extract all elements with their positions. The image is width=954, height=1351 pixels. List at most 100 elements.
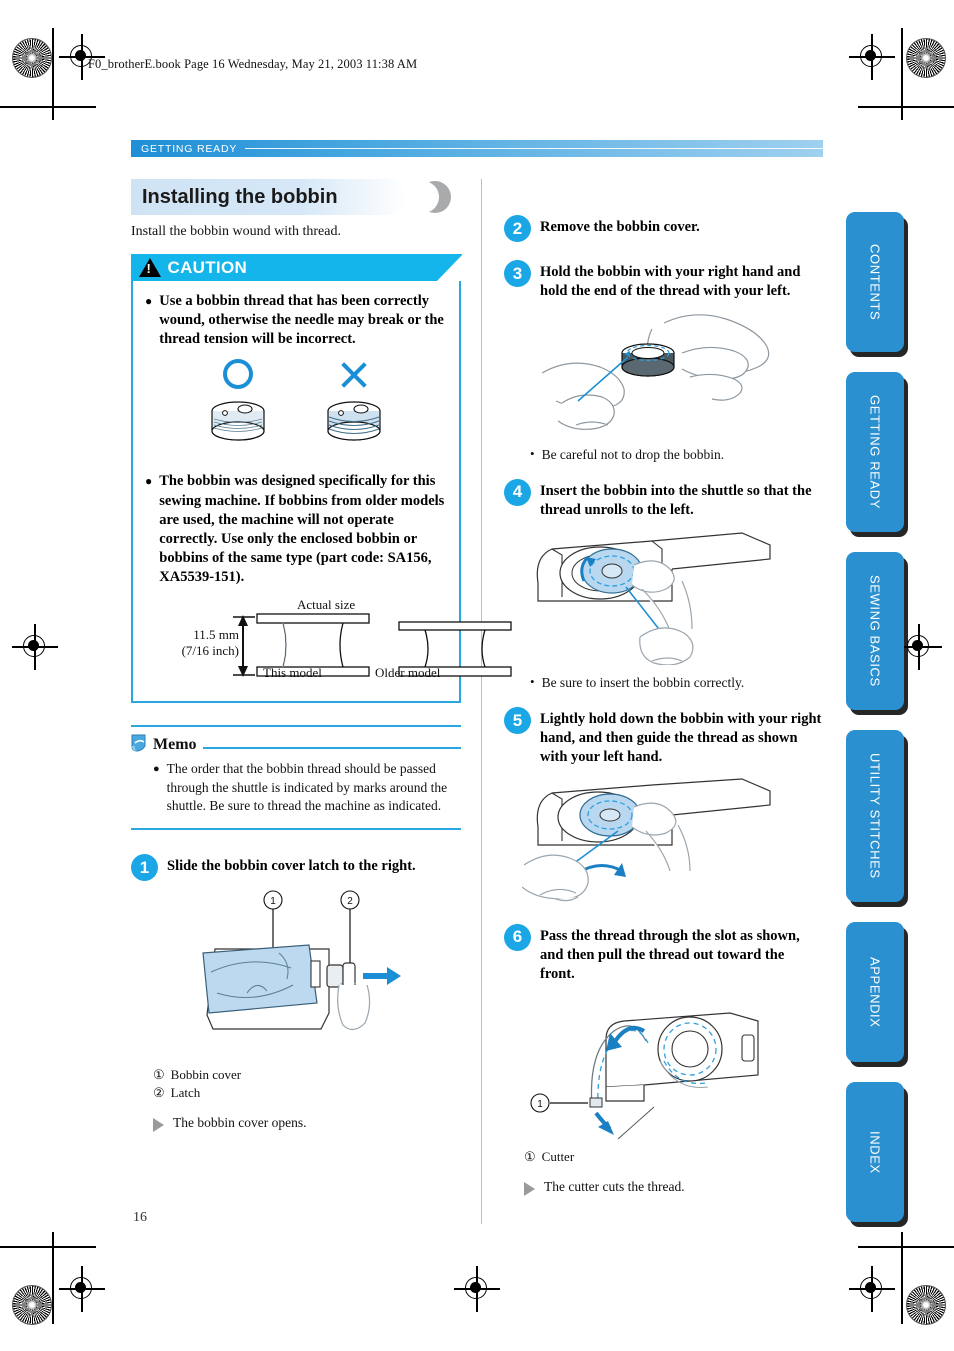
bullet-icon: ● xyxy=(145,294,153,308)
section-intro-text: Install the bobbin wound with thread. xyxy=(131,224,341,239)
caution-label: CAUTION xyxy=(167,257,248,277)
memo-text: The order that the bobbin thread should … xyxy=(166,761,448,814)
bullet-icon: ● xyxy=(145,474,153,489)
bullet-icon: • xyxy=(530,445,535,461)
caution-item-text: Use a bobbin thread that has been correc… xyxy=(159,293,444,348)
caution-box: CAUTION ● Use a bobbin thread that has b… xyxy=(130,254,512,704)
crop-line-top-right-v xyxy=(901,28,903,120)
print-rosette-bottom-left xyxy=(12,1285,52,1325)
sidebar-tab-appendix[interactable]: APPENDIX xyxy=(846,922,904,1062)
print-rosette-top-right xyxy=(906,38,946,78)
crop-line-bottom-left-h xyxy=(0,1246,96,1248)
running-header-label: GETTING READY xyxy=(141,142,238,155)
sidebar-tab-label: UTILITY STITCHES xyxy=(867,753,883,879)
step-2: 2 Remove the bobbin cover. xyxy=(504,215,822,242)
caution-item: ● The bobbin was designed specifically f… xyxy=(145,472,447,587)
memo-rule xyxy=(202,747,461,750)
circle-ok-icon xyxy=(223,359,253,390)
step-number-badge: 5 xyxy=(504,707,531,735)
insert-bobbin-into-shuttle-illustration xyxy=(536,532,771,666)
step-1-callouts: ① Bobbin cover ② Latch xyxy=(153,1066,461,1103)
note-text: Be sure to insert the bobbin correctly. xyxy=(541,675,745,691)
step-1-figure: 1 2 xyxy=(131,887,461,1062)
sidebar-tab-label: SEWING BASICS xyxy=(867,575,883,687)
memo-body: ● The order that the bobbin thread shoul… xyxy=(131,760,461,816)
section-title-crescent-icon xyxy=(407,181,451,213)
crop-line-top-left-v xyxy=(52,28,54,120)
registration-mark-bottom-left xyxy=(59,1266,105,1312)
print-rosette-bottom-right xyxy=(906,1285,946,1325)
sidebar-tab-getting-ready[interactable]: GETTING READY xyxy=(846,372,904,532)
registration-mark-left-middle xyxy=(12,624,58,670)
actual-size-label: Actual size xyxy=(297,597,356,613)
bobbin-winding-comparison-figure xyxy=(145,359,447,460)
sidebar-tab-label: INDEX xyxy=(867,1130,883,1174)
running-header-rule xyxy=(245,148,823,149)
step-1-result: The bobbin cover opens. xyxy=(153,1115,461,1132)
callout-label: Bobbin cover xyxy=(170,1067,242,1082)
sidebar-tab-sewing-basics[interactable]: SEWING BASICS xyxy=(846,552,904,710)
bobbin-caption-this-model: This model xyxy=(263,665,322,681)
step-instruction: Insert the bobbin into the shuttle so th… xyxy=(540,482,812,518)
svg-text:1: 1 xyxy=(270,896,276,907)
crop-line-bottom-right-h xyxy=(858,1246,954,1248)
step-6: 6 Pass the thread through the slot as sh… xyxy=(504,923,822,984)
registration-mark-top-right xyxy=(849,34,895,80)
callout-label: Cutter xyxy=(541,1149,575,1165)
incorrect-bobbin-cell xyxy=(317,359,391,460)
crop-line-bottom-right-v xyxy=(901,1232,903,1324)
step-5-figure xyxy=(504,773,822,908)
sidebar-tab-label: GETTING READY xyxy=(867,395,883,509)
step-instruction: Slide the bobbin cover latch to the righ… xyxy=(167,858,416,874)
result-arrow-icon xyxy=(153,1117,164,1132)
memo-title: Memo xyxy=(153,736,197,754)
step-4: 4 Insert the bobbin into the shuttle so … xyxy=(504,478,822,520)
column-divider xyxy=(481,179,482,1224)
step-instruction: Hold the bobbin with your right hand and… xyxy=(540,264,801,299)
sidebar-tab-index[interactable]: INDEX xyxy=(846,1082,904,1222)
result-arrow-icon xyxy=(524,1181,535,1196)
step-4-figure xyxy=(504,525,822,666)
print-rosette-top-left xyxy=(12,38,52,78)
registration-mark-top-center xyxy=(454,1266,500,1312)
sidebar-tab-contents[interactable]: CONTENTS xyxy=(846,212,904,352)
caution-banner: CAUTION xyxy=(130,254,463,281)
callout-item: ② Latch xyxy=(153,1084,461,1102)
crop-line-bottom-left-v xyxy=(52,1232,54,1324)
step-3-figure xyxy=(504,307,822,437)
step-3: 3 Hold the bobbin with your right hand a… xyxy=(504,260,822,301)
sidebar-tab-utility-stitches[interactable]: UTILITY STITCHES xyxy=(846,730,904,902)
step-instruction: Remove the bobbin cover. xyxy=(540,219,700,235)
note-text: Be careful not to drop the bobbin. xyxy=(541,446,725,462)
running-header-bar: GETTING READY xyxy=(131,140,823,157)
right-column: 2 Remove the bobbin cover. 3 Hold the bo… xyxy=(504,179,822,1224)
bullet-icon: ● xyxy=(153,763,160,776)
caution-item-text: The bobbin was designed specifically for… xyxy=(159,473,445,585)
caution-item: ● Use a bobbin thread that has been corr… xyxy=(145,292,447,349)
step-number-badge: 6 xyxy=(504,923,531,951)
memo-header: Memo xyxy=(131,734,461,754)
two-column-body: Installing the bobbin Install the bobbin… xyxy=(130,179,823,1224)
step-6-callouts: ① Cutter xyxy=(524,1148,822,1166)
sidebar-tab-label: CONTENTS xyxy=(867,243,883,321)
step-6-result: The cutter cuts the thread. xyxy=(524,1179,822,1196)
callout-item: ① Bobbin cover xyxy=(153,1066,461,1084)
manual-page: F0_brotherE.book Page 16 Wednesday, May … xyxy=(0,0,954,1351)
page-number: 16 xyxy=(133,1210,147,1225)
hands-holding-bobbin-illustration xyxy=(541,313,770,430)
step-5: 5 Lightly hold down the bobbin with your… xyxy=(504,707,822,767)
memo-top-rule xyxy=(131,725,461,728)
sidebar-tab-label: APPENDIX xyxy=(867,956,883,1028)
crop-line-top-right-h xyxy=(858,106,954,108)
bobbin-cover-illustration: 1 2 xyxy=(202,890,401,1031)
bobbin-caption-older-model: Older model xyxy=(375,665,441,681)
page-title: Installing the bobbin xyxy=(142,186,338,208)
step-instruction: Lightly hold down the bobbin with your r… xyxy=(540,711,822,766)
side-tab-navigation: CONTENTS GETTING READY SEWING BASICS UTI… xyxy=(846,212,908,1242)
step-number-badge: 4 xyxy=(504,478,531,506)
file-header-text: F0_brotherE.book Page 16 Wednesday, May … xyxy=(88,57,418,71)
crop-line-top-left-h xyxy=(0,106,96,108)
section-title-block: Installing the bobbin xyxy=(131,179,461,215)
step-number-badge: 2 xyxy=(504,215,531,242)
callout-number: ① xyxy=(153,1067,165,1082)
